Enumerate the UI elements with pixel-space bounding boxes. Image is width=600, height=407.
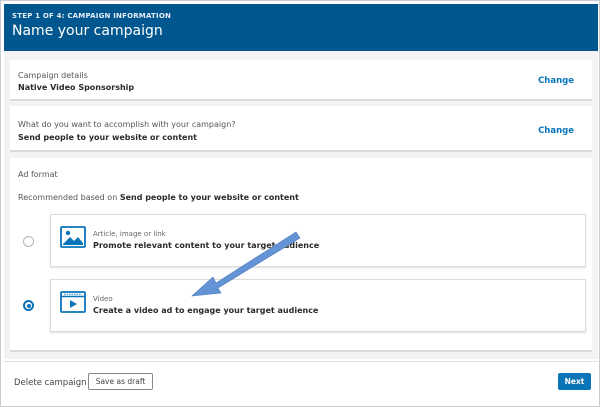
campaign-details-value: Native Video Sponsorship [18,83,135,92]
article-image-link-option[interactable]: Article, image or link Promote relevant … [50,214,586,267]
campaign-setup-window: STEP 1 OF 4: CAMPAIGN INFORMATION Name y… [0,0,600,407]
page-title: Name your campaign [12,23,163,39]
video-option-title: Video [93,295,113,303]
image-icon [60,226,86,248]
recommended-text: Recommended based on Send people to your… [18,193,299,202]
article-option-description: Promote relevant content to your target … [93,241,320,250]
delete-campaign-link[interactable]: Delete campaign [14,378,87,388]
ad-format-label: Ad format [18,170,58,179]
campaign-details-card: Campaign details Native Video Sponsorshi… [10,60,592,101]
objective-value: Send people to your website or content [18,133,197,142]
article-option-title: Article, image or link [93,230,166,238]
change-objective-link[interactable]: Change [538,126,574,136]
content-area: Campaign details Native Video Sponsorshi… [4,51,598,359]
change-campaign-details-link[interactable]: Change [538,76,574,86]
recommended-value: Send people to your website or content [119,193,299,202]
objective-label: What do you want to accomplish with your… [18,120,236,129]
recommended-prefix: Recommended based on [18,193,120,202]
video-option[interactable]: Video Create a video ad to engage your t… [50,279,586,332]
objective-card: What do you want to accomplish with your… [10,106,592,152]
campaign-details-label: Campaign details [18,71,88,80]
article-option-radio[interactable] [23,236,34,247]
video-option-radio[interactable] [23,300,34,311]
step-label: STEP 1 OF 4: CAMPAIGN INFORMATION [12,12,172,20]
video-icon [60,291,86,313]
save-as-draft-button[interactable]: Save as draft [88,373,153,390]
header-bar: STEP 1 OF 4: CAMPAIGN INFORMATION Name y… [4,4,598,51]
next-button[interactable]: Next [558,373,591,390]
footer-bar: Delete campaign Save as draft Next [4,361,598,405]
ad-format-card: Ad format Recommended based on Send peop… [10,158,592,352]
video-option-description: Create a video ad to engage your target … [93,306,319,315]
